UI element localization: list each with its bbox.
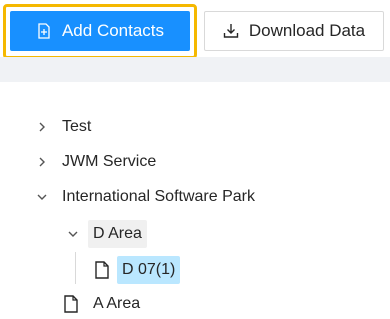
toolbar: Add Contacts Download Data — [0, 0, 390, 59]
add-contacts-label: Add Contacts — [61, 21, 165, 40]
chevron-right-icon[interactable] — [35, 155, 49, 169]
file-plus-icon — [38, 23, 50, 39]
tree-node-label[interactable]: D 07(1) — [117, 256, 181, 284]
chevron-down-icon[interactable] — [66, 227, 80, 241]
download-icon — [223, 24, 239, 38]
download-data-button[interactable]: Download Data — [204, 11, 384, 51]
file-icon — [95, 261, 109, 279]
tree-node-label[interactable]: D Area — [88, 220, 147, 248]
add-contacts-button[interactable]: Add Contacts — [10, 11, 190, 51]
tree-node-label[interactable]: JWM Service — [57, 148, 161, 176]
tree-node-label[interactable]: Test — [57, 113, 96, 141]
download-data-label: Download Data — [248, 21, 366, 40]
tree-node-label[interactable]: A Area — [88, 290, 145, 318]
tree-indent-line — [75, 252, 76, 284]
chevron-right-icon[interactable] — [35, 120, 49, 134]
tree-node-label[interactable]: International Software Park — [57, 183, 260, 211]
chevron-down-icon[interactable] — [35, 190, 49, 204]
file-icon — [64, 295, 78, 313]
section-divider — [0, 57, 390, 82]
